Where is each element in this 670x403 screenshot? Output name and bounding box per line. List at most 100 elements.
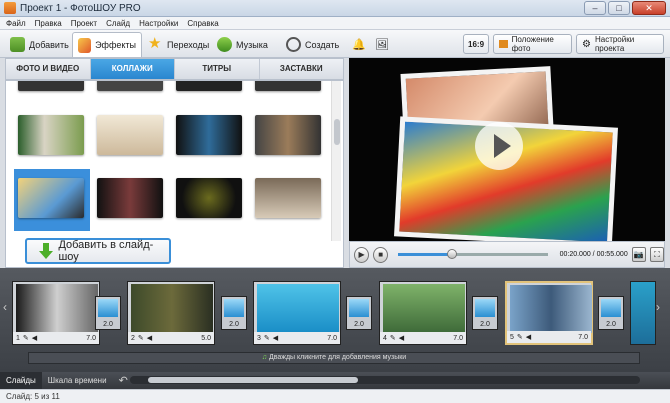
collage-thumb[interactable] — [255, 178, 321, 218]
transition-card[interactable]: 2.0 — [346, 296, 372, 330]
snapshot-button[interactable]: 📷 — [631, 247, 646, 262]
photo-position-button[interactable]: Положение фото — [493, 34, 572, 54]
transition-thumbnail — [475, 299, 495, 317]
fullscreen-button[interactable]: ⛶ — [649, 247, 664, 262]
sound-icon[interactable]: ◀ — [526, 333, 531, 341]
tab-slides[interactable]: Слайды — [0, 372, 42, 389]
pencil-icon[interactable]: ✎ — [517, 333, 523, 341]
star-transitions-icon: ★ — [148, 35, 162, 52]
timeline-scrollbar[interactable] — [130, 376, 640, 384]
subtab-intros[interactable]: ЗАСТАВКИ — [260, 59, 344, 79]
transition-duration: 2.0 — [606, 321, 616, 328]
pencil-icon[interactable]: ✎ — [390, 334, 396, 342]
effects-subtabs: ФОТО И ВИДЕО КОЛЛАЖИ ТИТРЫ ЗАСТАВКИ — [5, 58, 344, 80]
player-controls: ▶ ■ 00:20.000 / 00:55.000 📷 ⛶ — [349, 241, 665, 268]
aspect-ratio-button[interactable]: 16:9 — [463, 34, 489, 54]
preview-player[interactable] — [349, 58, 665, 241]
menu-file[interactable]: Файл — [6, 19, 26, 28]
slide-card[interactable]: 4 ✎ ◀ 7.0 — [379, 281, 467, 345]
slide-card-selected[interactable]: 5 ✎ ◀ 7.0 — [505, 281, 593, 345]
sound-icon[interactable]: ◀ — [273, 334, 278, 342]
subtab-titles[interactable]: ТИТРЫ — [175, 59, 260, 79]
transition-card[interactable]: 2.0 — [598, 296, 624, 330]
transition-card[interactable]: 2.0 — [95, 296, 121, 330]
collage-thumb[interactable] — [255, 81, 321, 91]
maximize-button[interactable]: □ — [608, 1, 630, 15]
photo-position-icon — [499, 40, 508, 48]
sound-icon[interactable]: ◀ — [399, 334, 404, 342]
sound-icon[interactable]: ◀ — [147, 334, 152, 342]
playback-time: 00:20.000 / 00:55.000 — [559, 251, 628, 258]
collage-thumb[interactable] — [18, 115, 84, 155]
subtab-collages[interactable]: КОЛЛАЖИ — [90, 59, 175, 79]
playback-slider[interactable] — [398, 249, 548, 259]
project-settings-button[interactable]: ⚙ Настройки проекта — [576, 34, 664, 54]
menu-help[interactable]: Справка — [187, 19, 218, 28]
transition-duration: 2.0 — [480, 321, 490, 328]
menu-edit[interactable]: Правка — [35, 19, 62, 28]
timeline-right-arrow[interactable]: › — [656, 300, 666, 320]
slide-duration: 7.0 — [578, 333, 588, 341]
music-track[interactable]: ♫ Дважды кликните для добавления музыки — [28, 352, 640, 364]
slide-info: 1 ✎ ◀ 7.0 — [13, 332, 99, 344]
tab-effects-label: Эффекты — [95, 40, 136, 50]
minimize-button[interactable]: – — [584, 1, 606, 15]
bell-icon: 🔔 — [352, 38, 366, 51]
bell-button[interactable]: 🔔 — [349, 34, 369, 54]
tab-effects[interactable]: Эффекты — [72, 32, 142, 57]
tab-music[interactable]: Музыка — [212, 32, 273, 57]
collage-thumb[interactable] — [97, 115, 163, 155]
slide-number: 3 — [257, 334, 261, 342]
subtab-photo-video[interactable]: ФОТО И ВИДЕО — [6, 59, 91, 79]
gallery-scrollbar[interactable] — [331, 81, 341, 241]
playback-knob[interactable] — [446, 249, 457, 259]
slide-card[interactable]: 3 ✎ ◀ 7.0 — [253, 281, 341, 345]
add-to-slideshow-button[interactable]: Добавить в слайд-шоу — [25, 238, 171, 264]
collage-thumb[interactable] — [97, 178, 163, 218]
slide-info: 4 ✎ ◀ 7.0 — [380, 332, 466, 344]
menu-slide[interactable]: Слайд — [106, 19, 130, 28]
pencil-icon[interactable]: ✎ — [138, 334, 144, 342]
collage-thumb[interactable] — [176, 115, 242, 155]
slide-card[interactable]: 2 ✎ ◀ 5.0 — [127, 281, 215, 345]
images-button[interactable]: 🖼 — [372, 34, 392, 54]
collage-thumb[interactable] — [18, 81, 84, 91]
playback-progress — [398, 253, 452, 256]
menu-settings[interactable]: Настройки — [139, 19, 178, 28]
transition-card[interactable]: 2.0 — [472, 296, 498, 330]
collage-thumb[interactable] — [176, 178, 242, 218]
play-button[interactable]: ▶ — [354, 246, 370, 263]
collage-thumb[interactable] — [97, 81, 163, 91]
collage-thumb[interactable] — [255, 115, 321, 155]
gallery-scroll-thumb[interactable] — [334, 119, 340, 145]
slide-thumbnail — [383, 284, 465, 332]
pencil-icon[interactable]: ✎ — [23, 334, 29, 342]
close-button[interactable]: ✕ — [632, 1, 666, 15]
sound-icon[interactable]: ◀ — [32, 334, 37, 342]
slide-thumbnail — [510, 285, 592, 333]
camera-icon: 📷 — [633, 250, 644, 259]
pencil-icon[interactable]: ✎ — [264, 334, 270, 342]
window-controls: – □ ✕ — [584, 1, 666, 15]
timeline-scroll-thumb[interactable] — [148, 377, 358, 383]
transition-card[interactable]: 2.0 — [221, 296, 247, 330]
play-small-icon: ▶ — [358, 250, 365, 259]
slide-card[interactable]: 1 ✎ ◀ 7.0 — [12, 281, 100, 345]
play-overlay-button[interactable] — [475, 122, 523, 170]
tab-add[interactable]: Добавить — [5, 32, 74, 57]
tab-transitions-label: Переходы — [167, 39, 210, 50]
slide-card-partial[interactable] — [630, 281, 656, 345]
collage-thumb[interactable] — [176, 81, 242, 91]
app-icon — [4, 2, 16, 14]
undo-icon[interactable]: ↶ — [119, 374, 128, 387]
slide-number: 1 — [16, 334, 20, 342]
tab-create[interactable]: Создать — [281, 32, 344, 57]
stop-button[interactable]: ■ — [373, 246, 389, 263]
collage-thumb-selected[interactable] — [18, 178, 84, 218]
tab-timeline-scale[interactable]: Шкала времени — [42, 372, 113, 389]
slide-info: 2 ✎ ◀ 5.0 — [128, 332, 214, 344]
arrow-down-icon — [39, 243, 53, 259]
tab-transitions[interactable]: ★ Переходы — [143, 32, 214, 57]
menu-project[interactable]: Проект — [71, 19, 97, 28]
transition-duration: 2.0 — [103, 321, 113, 328]
